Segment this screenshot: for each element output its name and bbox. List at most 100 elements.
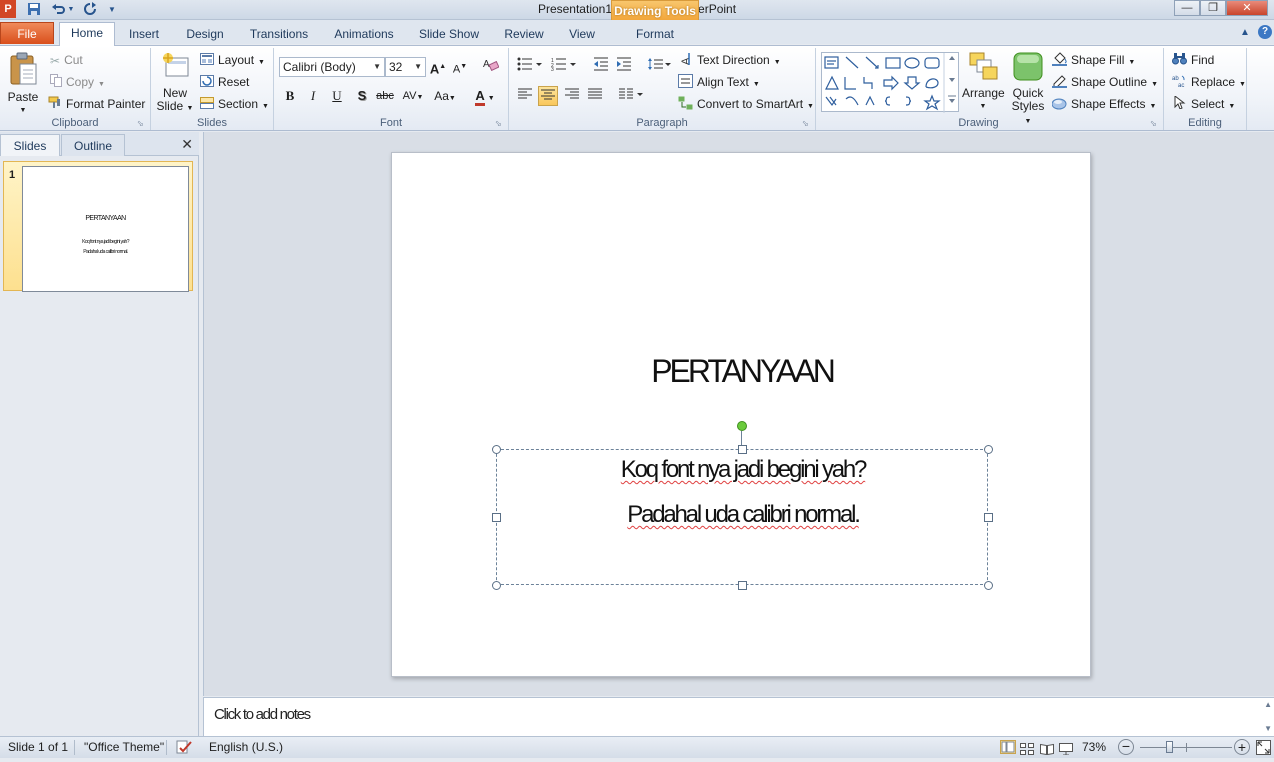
change-case-button[interactable]: Aa▼ — [432, 86, 458, 106]
copy-dropdown-icon[interactable]: ▼ — [98, 81, 105, 88]
tab-review[interactable]: Review — [496, 24, 552, 44]
select-button[interactable]: Select ▼ — [1172, 95, 1235, 115]
zoom-level[interactable]: 73% — [1082, 737, 1106, 758]
resize-handle-top-right[interactable] — [984, 445, 993, 454]
paste-button[interactable]: Paste ▼ — [4, 52, 42, 117]
line-spacing-button[interactable] — [646, 57, 672, 77]
shape-outline-button[interactable]: Shape Outline ▼ — [1052, 74, 1158, 93]
tab-slide-show[interactable]: Slide Show — [412, 24, 486, 44]
align-text-button[interactable]: Align Text ▼ — [678, 74, 760, 93]
resize-handle-top[interactable] — [738, 445, 747, 454]
tab-insert[interactable]: Insert — [120, 24, 168, 44]
notes-placeholder[interactable]: Click to add notes — [214, 706, 311, 723]
undo-dropdown-icon[interactable]: ▼ — [66, 2, 76, 17]
numbering-button[interactable]: 123 — [549, 57, 579, 77]
text-direction-button[interactable]: A Text Direction ▼ — [678, 52, 781, 71]
font-launcher-icon[interactable]: ⬂ — [495, 119, 502, 128]
redo-icon[interactable] — [82, 2, 98, 17]
body-line-1[interactable]: Koq font nya jadi begini yah? — [497, 456, 989, 484]
shape-fill-button[interactable]: Shape Fill ▼ — [1052, 52, 1135, 71]
tab-outline[interactable]: Outline — [61, 134, 125, 156]
slide-sorter-icon[interactable] — [1020, 741, 1034, 762]
font-color-button[interactable]: A ▼ — [471, 86, 499, 106]
shadow-button[interactable]: S — [352, 86, 372, 106]
font-size-combo[interactable]: 32 ▼ — [385, 57, 426, 77]
save-icon[interactable] — [26, 2, 42, 17]
copy-button[interactable]: Copy ▼ — [50, 74, 105, 93]
resize-handle-bottom-right[interactable] — [984, 581, 993, 590]
shrink-font-button[interactable]: A▼ — [450, 57, 470, 77]
underline-button[interactable]: U — [327, 86, 347, 106]
undo-icon[interactable] — [50, 2, 66, 17]
tab-home[interactable]: Home — [59, 22, 115, 46]
shape-effects-button[interactable]: Shape Effects ▼ — [1051, 96, 1156, 115]
resize-handle-right[interactable] — [984, 513, 993, 522]
tab-format[interactable]: Format — [613, 24, 697, 44]
align-center-button[interactable] — [538, 86, 558, 106]
tab-design[interactable]: Design — [178, 24, 232, 44]
customize-icon[interactable]: ▼ — [104, 2, 120, 17]
fit-to-window-icon[interactable] — [1256, 740, 1271, 762]
format-painter-button[interactable]: Format Painter — [48, 96, 145, 113]
close-button[interactable]: ✕ — [1226, 0, 1268, 16]
tab-view[interactable]: View — [560, 24, 604, 44]
shapes-gallery[interactable] — [821, 52, 959, 113]
character-spacing-button[interactable]: AV▼ — [400, 86, 426, 106]
rotation-handle[interactable] — [737, 421, 747, 431]
decrease-indent-button[interactable] — [591, 57, 611, 77]
help-icon[interactable]: ? — [1258, 25, 1272, 39]
slide-canvas[interactable]: PERTANYAAN Koq font nya jadi begini yah?… — [391, 152, 1091, 677]
resize-handle-top-left[interactable] — [492, 445, 501, 454]
body-line-2[interactable]: Padahal uda calibri normal. — [497, 501, 989, 529]
font-name-combo[interactable]: Calibri (Body) ▼ — [279, 57, 385, 77]
zoom-slider-thumb[interactable] — [1166, 741, 1173, 753]
notes-pane[interactable]: Click to add notes ▲ ▼ — [203, 697, 1274, 736]
align-left-button[interactable] — [515, 86, 535, 106]
increase-indent-button[interactable] — [614, 57, 634, 77]
convert-to-smartart-button[interactable]: Convert to SmartArt ▼ — [678, 96, 814, 115]
cut-button[interactable]: ✂ Cut — [50, 52, 83, 69]
paste-dropdown-icon[interactable]: ▼ — [4, 104, 42, 117]
resize-handle-left[interactable] — [492, 513, 501, 522]
italic-button[interactable]: I — [303, 86, 323, 106]
bullets-button[interactable] — [515, 57, 545, 77]
slide-show-icon[interactable] — [1059, 741, 1073, 762]
resize-handle-bottom-left[interactable] — [492, 581, 501, 590]
strikethrough-button[interactable]: abc — [375, 86, 395, 106]
tab-file[interactable]: File — [0, 22, 54, 44]
slide-thumbnail-item[interactable]: 1 PERTANYAAN Koq font nya jadi begini ya… — [3, 161, 193, 292]
minimize-ribbon-icon[interactable]: ▲ — [1240, 27, 1250, 38]
zoom-out-button[interactable]: − — [1118, 739, 1134, 755]
tab-slides[interactable]: Slides — [0, 134, 60, 156]
drawing-launcher-icon[interactable]: ⬂ — [1150, 119, 1157, 128]
grow-font-button[interactable]: A▲ — [428, 57, 448, 77]
reading-view-icon[interactable] — [1040, 741, 1054, 762]
tab-animations[interactable]: Animations — [326, 24, 402, 44]
new-slide-dropdown-icon[interactable]: ▼ — [187, 105, 194, 112]
close-pane-icon[interactable]: ✕ — [181, 136, 193, 153]
notes-scroll-down-icon[interactable]: ▼ — [1264, 724, 1272, 733]
align-right-button[interactable] — [562, 86, 582, 106]
clear-formatting-button[interactable]: A — [481, 57, 501, 77]
resize-handle-bottom[interactable] — [738, 581, 747, 590]
body-text-box[interactable]: Koq font nya jadi begini yah? Padahal ud… — [492, 445, 993, 590]
columns-button[interactable] — [616, 86, 646, 106]
new-slide-button[interactable]: New Slide ▼ — [155, 52, 195, 115]
powerpoint-logo-icon[interactable]: P — [0, 0, 16, 18]
arrange-button[interactable]: Arrange ▼ — [962, 50, 1005, 113]
reset-button[interactable]: Reset — [200, 74, 249, 91]
theme-name[interactable]: "Office Theme" — [84, 737, 164, 758]
layout-button[interactable]: Layout ▼ — [200, 52, 265, 71]
justify-button[interactable] — [585, 86, 605, 106]
paragraph-launcher-icon[interactable]: ⬂ — [802, 119, 809, 128]
slide-title[interactable]: PERTANYAAN — [392, 353, 1092, 390]
replace-button[interactable]: ab ac Replace ▼ — [1172, 74, 1246, 93]
find-button[interactable]: Find — [1172, 52, 1214, 69]
zoom-in-button[interactable]: + — [1234, 739, 1250, 755]
slide-thumbnail[interactable]: PERTANYAAN Koq font nya jadi begini yah?… — [22, 166, 189, 292]
language[interactable]: English (U.S.) — [209, 737, 283, 758]
section-button[interactable]: Section ▼ — [200, 96, 269, 115]
notes-scroll-up-icon[interactable]: ▲ — [1264, 700, 1272, 709]
tab-transitions[interactable]: Transitions — [242, 24, 316, 44]
clipboard-launcher-icon[interactable]: ⬂ — [137, 119, 144, 128]
